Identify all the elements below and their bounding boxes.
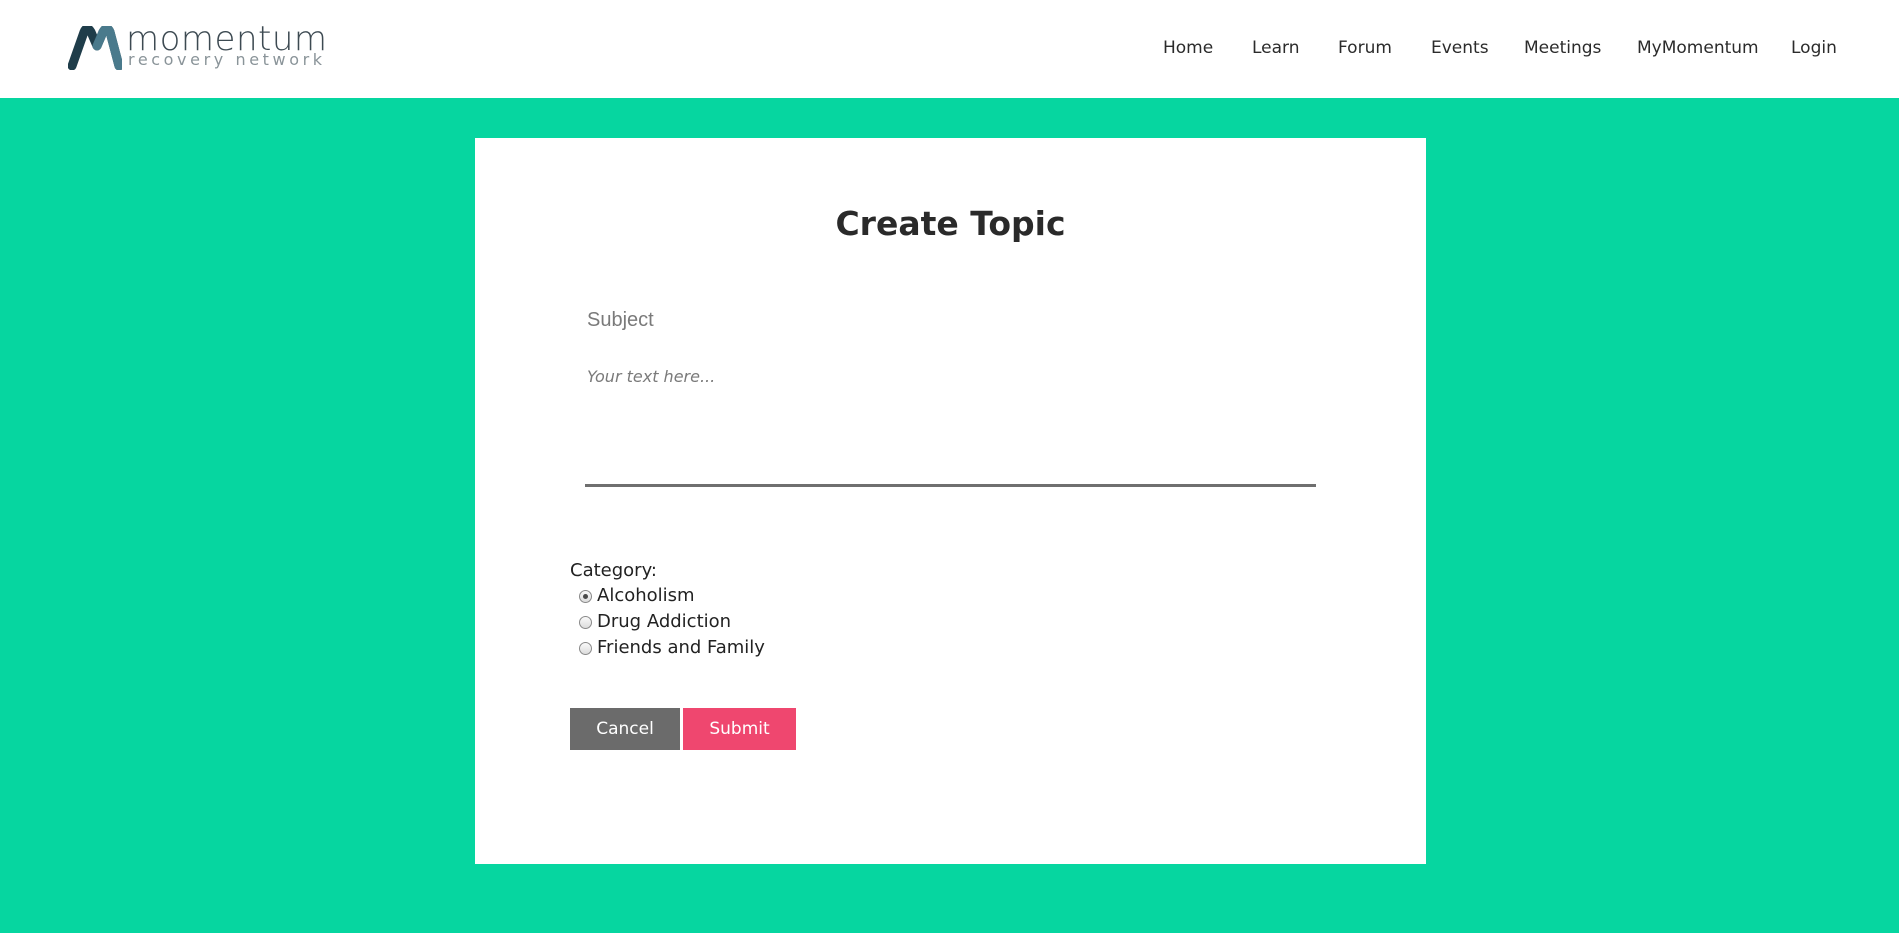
category-label: Category:	[570, 560, 657, 581]
nav-forum[interactable]: Forum	[1338, 37, 1392, 59]
nav-home[interactable]: Home	[1163, 37, 1213, 59]
nav-meetings[interactable]: Meetings	[1524, 37, 1601, 59]
subject-input[interactable]	[585, 300, 1315, 340]
nav-events[interactable]: Events	[1431, 37, 1489, 59]
radio-button[interactable]	[579, 641, 592, 655]
radio-button-checked[interactable]	[579, 589, 592, 603]
category-option-label[interactable]: Alcoholism	[597, 585, 695, 607]
site-header: momentum recovery network Home Learn For…	[0, 0, 1899, 98]
cancel-button[interactable]: Cancel	[570, 708, 680, 750]
category-option-label[interactable]: Drug Addiction	[597, 611, 731, 633]
radio-button[interactable]	[579, 615, 592, 629]
category-option-alcoholism[interactable]: Alcoholism	[579, 585, 695, 607]
create-topic-card: Create Topic Category: Alcoholism Drug A…	[475, 138, 1426, 864]
page-title: Create Topic	[835, 204, 1066, 243]
main-nav: Home Learn Forum Events Meetings MyMomen…	[0, 37, 1899, 61]
nav-login[interactable]: Login	[1791, 37, 1837, 59]
nav-mymomentum[interactable]: MyMomentum	[1637, 37, 1759, 59]
category-option-friends-family[interactable]: Friends and Family	[579, 637, 765, 659]
category-option-drug-addiction[interactable]: Drug Addiction	[579, 611, 731, 633]
body-textarea[interactable]	[585, 363, 1316, 487]
category-option-label[interactable]: Friends and Family	[597, 637, 765, 659]
submit-button[interactable]: Submit	[683, 708, 796, 750]
nav-learn[interactable]: Learn	[1252, 37, 1300, 59]
